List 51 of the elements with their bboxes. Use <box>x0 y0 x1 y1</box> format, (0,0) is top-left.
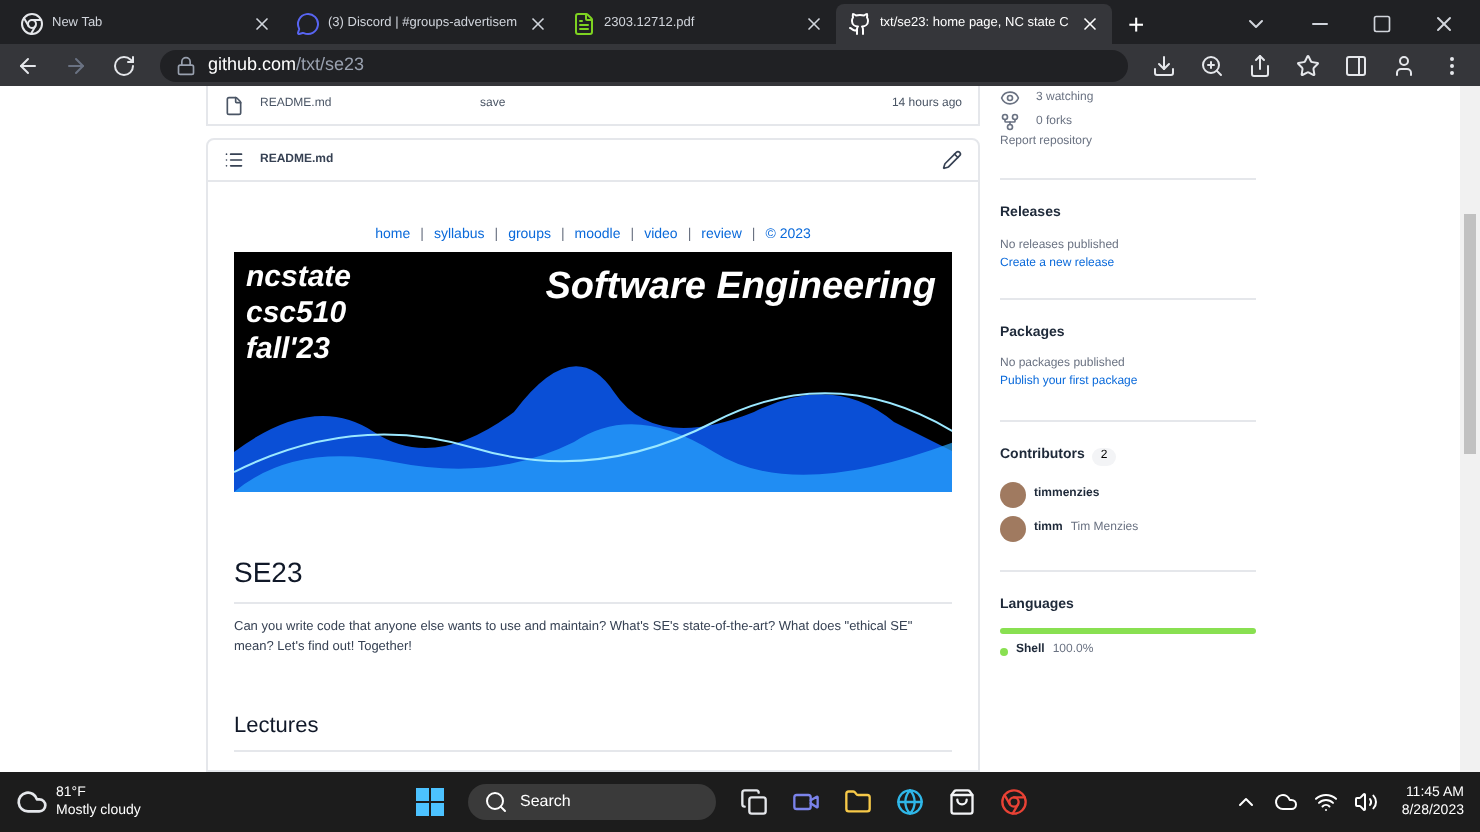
store-icon[interactable] <box>948 788 976 816</box>
eye-icon <box>1000 88 1020 108</box>
avatar[interactable] <box>1000 515 1026 541</box>
document-icon <box>572 12 596 36</box>
lock-icon <box>176 55 196 75</box>
cloud-icon[interactable] <box>16 786 48 818</box>
edit-icon[interactable] <box>942 150 962 170</box>
outline-icon[interactable] <box>224 150 244 170</box>
search-icon <box>484 790 508 814</box>
close-icon[interactable] <box>804 14 824 34</box>
cat-icon <box>848 12 872 36</box>
profile-icon[interactable] <box>1392 53 1416 77</box>
chrome-icon[interactable] <box>1000 788 1028 816</box>
close-icon[interactable] <box>1080 14 1100 34</box>
globe-icon <box>20 12 44 36</box>
start-icon[interactable] <box>416 788 444 816</box>
video-call-icon[interactable] <box>792 788 820 816</box>
close-icon[interactable] <box>528 14 548 34</box>
folder-icon[interactable] <box>844 788 872 816</box>
task-view-icon[interactable] <box>740 788 768 816</box>
address-bar[interactable]: github.com/txt/se23 <box>160 49 1128 81</box>
scrollbar-thumb[interactable] <box>1464 214 1476 454</box>
reload-icon[interactable] <box>112 53 136 77</box>
close-icon[interactable] <box>252 14 272 34</box>
search-label: Search <box>520 790 571 814</box>
chat-icon <box>296 12 320 36</box>
banner-title: Software Engineering <box>545 263 936 311</box>
search-field[interactable]: Search <box>468 784 716 820</box>
fork-icon <box>1000 112 1020 132</box>
back-icon[interactable] <box>16 53 40 77</box>
avatar[interactable] <box>1000 481 1026 507</box>
maximize-icon[interactable] <box>1372 14 1392 34</box>
new-tab-button[interactable]: + <box>1112 4 1161 44</box>
file-icon <box>224 95 244 115</box>
side-panel-icon[interactable] <box>1344 53 1368 77</box>
banner-text: csc510 <box>246 295 349 331</box>
browser-icon[interactable] <box>896 788 924 816</box>
bookmark-star-icon[interactable] <box>1296 53 1320 77</box>
install-icon[interactable] <box>1152 53 1176 77</box>
share-icon[interactable] <box>1248 53 1272 77</box>
scrollbar[interactable] <box>1460 86 1480 772</box>
forward-icon[interactable] <box>64 53 88 77</box>
zoom-icon[interactable] <box>1200 53 1224 77</box>
volume-icon[interactable] <box>1353 790 1378 814</box>
banner-text: ncstate <box>246 259 352 295</box>
close-icon[interactable] <box>1432 12 1456 36</box>
banner-text: fall'23 <box>246 331 332 367</box>
url-text: github.com/txt/se23 <box>208 51 365 78</box>
cloud-icon[interactable] <box>1273 790 1298 814</box>
readme-heading: SE23 <box>234 551 952 603</box>
section-heading: Lectures <box>234 709 952 752</box>
